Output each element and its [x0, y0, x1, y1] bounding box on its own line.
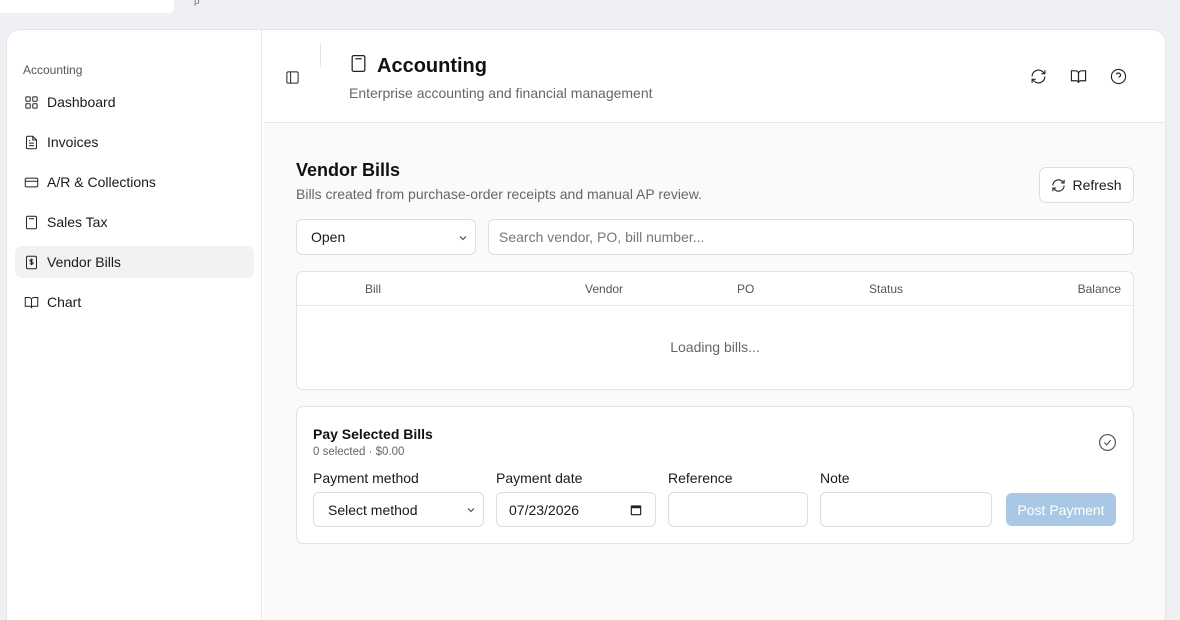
payment-date-value: 07/23/2026 [509, 501, 580, 518]
file-text-icon [23, 134, 39, 150]
layout-grid-icon [23, 94, 39, 110]
sidebar-item-label: A/R & Collections [47, 174, 156, 190]
table-header: Bill Vendor PO Status Balance [297, 272, 1133, 306]
header-divider [320, 43, 321, 67]
payment-method-value: Select method [328, 501, 418, 518]
column-header-status[interactable]: Status [869, 282, 903, 296]
sidebar-item-vendor-bills[interactable]: Vendor Bills [15, 246, 254, 278]
payment-date-input[interactable]: 07/23/2026 [496, 492, 656, 527]
check-circle-icon [1097, 432, 1117, 452]
tab-fragment-text: p [194, 0, 200, 7]
note-input[interactable] [820, 492, 992, 527]
section-subtitle: Bills created from purchase-order receip… [296, 186, 702, 202]
sidebar-toggle-button[interactable] [283, 68, 301, 86]
selection-summary: 0 selected · $0.00 [313, 446, 405, 458]
page-title: Accounting [377, 54, 487, 77]
panel-left-icon [285, 70, 299, 84]
calendar-icon[interactable] [629, 503, 643, 517]
credit-card-icon [23, 174, 39, 190]
refresh-button-label: Refresh [1072, 177, 1122, 193]
reference-input[interactable] [668, 492, 808, 527]
sidebar-item-invoices[interactable]: Invoices [15, 126, 254, 158]
main-content: Accounting Enterprise accounting and fin… [263, 30, 1165, 620]
column-header-po[interactable]: PO [737, 282, 754, 296]
book-open-icon [23, 294, 39, 310]
loading-message: Loading bills... [670, 339, 760, 355]
sidebar-item-label: Chart [47, 294, 82, 310]
post-payment-button[interactable]: Post Payment [1006, 493, 1116, 526]
column-header-vendor[interactable]: Vendor [585, 282, 623, 296]
chevron-down-icon [457, 231, 469, 247]
pay-card-title: Pay Selected Bills [313, 426, 433, 442]
refresh-icon [1052, 178, 1066, 192]
payment-date-label: Payment date [496, 470, 583, 486]
status-filter-select[interactable]: Open [296, 219, 476, 255]
column-header-balance[interactable]: Balance [1078, 282, 1121, 296]
payment-method-select[interactable]: Select method [313, 492, 484, 527]
browser-tab-strip: p [0, 0, 1180, 20]
sidebar-item-label: Dashboard [47, 94, 116, 110]
section-title: Vendor Bills [296, 160, 401, 180]
sidebar-item-label: Invoices [47, 134, 99, 150]
receipt-dollar-icon [23, 254, 39, 270]
sidebar-item-label: Sales Tax [47, 214, 108, 230]
calculator-icon [349, 54, 368, 78]
page-subtitle: Enterprise accounting and financial mana… [349, 85, 653, 101]
sidebar-item-ar-collections[interactable]: A/R & Collections [15, 166, 254, 198]
book-open-icon[interactable] [1069, 67, 1087, 85]
refresh-button[interactable]: Refresh [1039, 167, 1134, 203]
sidebar-item-label: Vendor Bills [47, 254, 121, 270]
sidebar-item-sales-tax[interactable]: Sales Tax [15, 206, 254, 238]
active-tab[interactable] [0, 0, 174, 13]
chevron-down-icon [465, 503, 477, 519]
header-actions [1029, 67, 1127, 85]
help-circle-icon[interactable] [1109, 67, 1127, 85]
status-filter-value: Open [311, 229, 346, 245]
sidebar-group-label: Accounting [23, 63, 83, 77]
sidebar-item-dashboard[interactable]: Dashboard [15, 86, 254, 118]
column-header-bill[interactable]: Bill [365, 282, 381, 296]
bills-table: Bill Vendor PO Status Balance Loading bi… [296, 271, 1134, 390]
refresh-icon[interactable] [1029, 67, 1047, 85]
payment-method-label: Payment method [313, 470, 419, 486]
pay-selected-bills-card: Pay Selected Bills 0 selected · $0.00 Pa… [296, 406, 1134, 544]
sidebar-item-chart[interactable]: Chart [15, 286, 254, 318]
page-title-row: Accounting [349, 54, 487, 78]
note-label: Note [820, 470, 850, 486]
app-window: Accounting Dashboard Invoices A/R & Coll… [6, 29, 1166, 620]
page-header: Accounting Enterprise accounting and fin… [263, 30, 1165, 123]
reference-label: Reference [668, 470, 733, 486]
calculator-icon [23, 214, 39, 230]
search-input[interactable] [488, 219, 1134, 255]
sidebar: Accounting Dashboard Invoices A/R & Coll… [7, 30, 262, 620]
